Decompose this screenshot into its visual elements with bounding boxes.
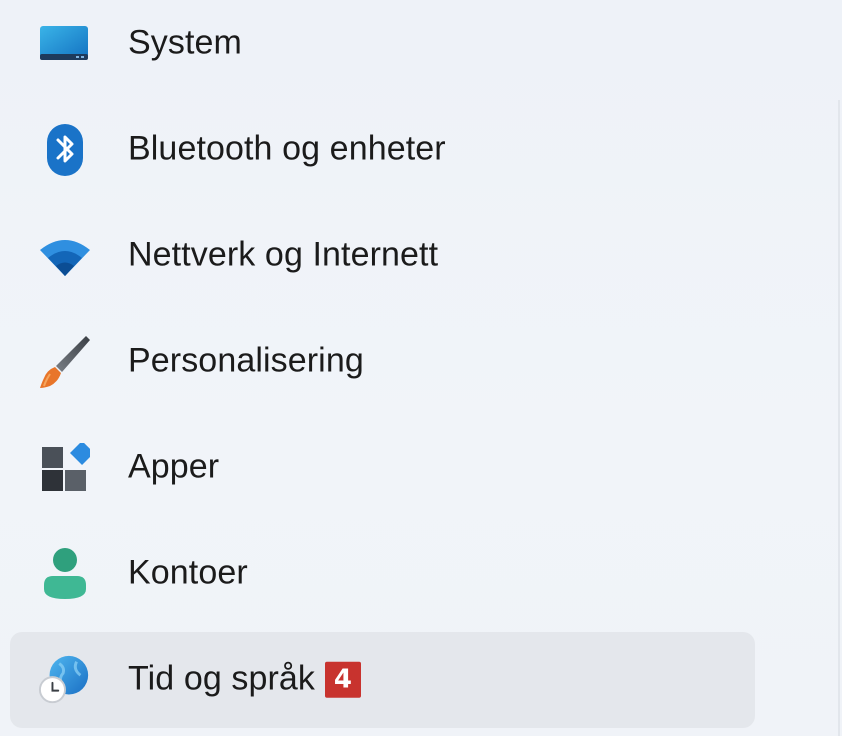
apps-icon — [38, 441, 92, 495]
paintbrush-icon — [38, 335, 92, 389]
wifi-icon — [38, 229, 92, 283]
settings-nav-panel: System Bluetooth og enheter Nettverk og … — [0, 0, 842, 736]
nav-item-network[interactable]: Nettverk og Internett — [10, 208, 755, 304]
nav-item-label: Kontoer — [128, 553, 248, 592]
nav-item-accounts[interactable]: Kontoer — [10, 526, 755, 622]
nav-item-system[interactable]: System — [10, 0, 755, 92]
nav-item-time-language[interactable]: Tid og språk 4 — [10, 632, 755, 728]
bluetooth-icon — [38, 123, 92, 177]
nav-item-label: Apper — [128, 447, 220, 486]
monitor-icon — [38, 17, 92, 71]
nav-item-label: Tid og språk — [128, 659, 316, 698]
panel-divider — [838, 100, 840, 736]
nav-item-label: System — [128, 23, 242, 62]
nav-item-label: Bluetooth og enheter — [128, 129, 446, 168]
step-badge: 4 — [325, 661, 362, 698]
nav-item-personalization[interactable]: Personalisering — [10, 314, 755, 410]
nav-item-apps[interactable]: Apper — [10, 420, 755, 516]
globe-clock-icon — [38, 653, 92, 707]
nav-item-label-row: Tid og språk 4 — [128, 659, 362, 699]
nav-item-label: Personalisering — [128, 341, 364, 380]
nav-item-label: Nettverk og Internett — [128, 235, 439, 274]
person-icon — [38, 547, 92, 601]
nav-item-bluetooth[interactable]: Bluetooth og enheter — [10, 102, 755, 198]
